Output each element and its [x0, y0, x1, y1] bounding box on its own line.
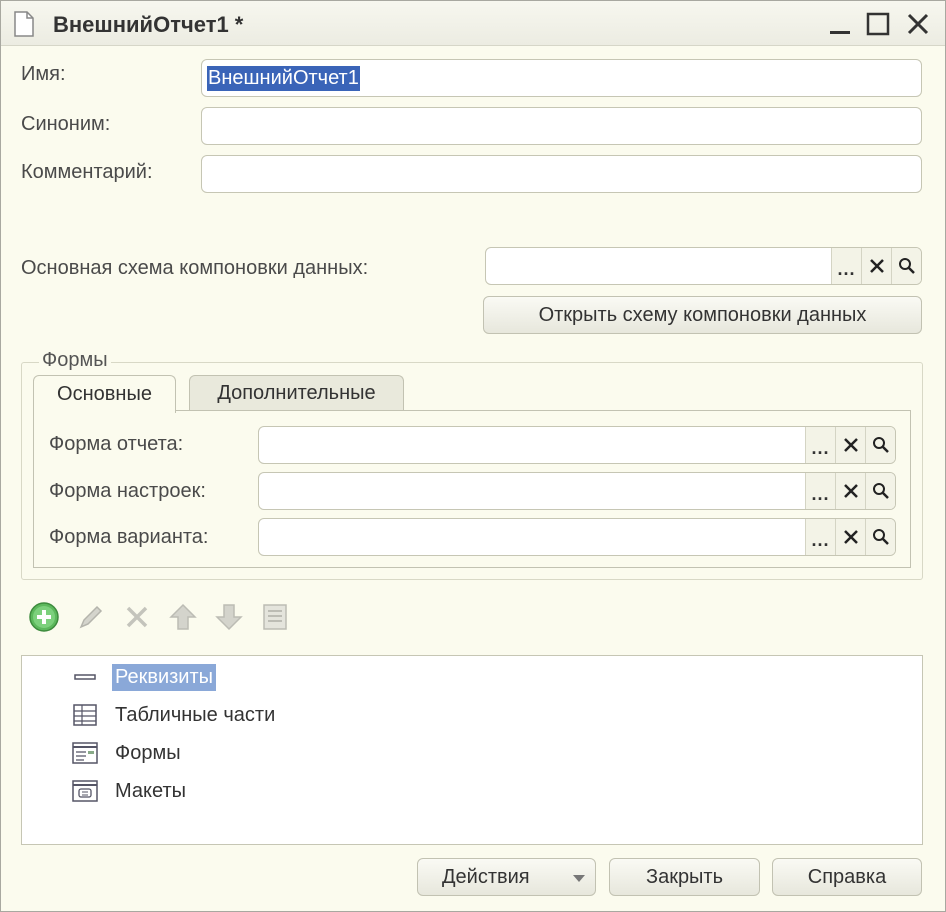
maximize-icon[interactable] — [865, 11, 891, 37]
tree-item-tabular-sections[interactable]: Табличные части — [70, 698, 278, 732]
search-icon — [872, 529, 889, 545]
settings-form-label: Форма настроек: — [49, 480, 206, 502]
name-label: Имя: — [21, 63, 66, 85]
schema-search-button[interactable] — [891, 248, 921, 284]
help-button[interactable]: Справка — [772, 858, 922, 896]
tab-additional[interactable]: Дополнительные — [189, 375, 404, 411]
template-icon — [72, 780, 98, 802]
report-form-label: Форма отчета: — [49, 433, 184, 455]
report-form-select-button[interactable]: ... — [805, 427, 835, 463]
name-value: ВнешнийОтчет1 — [207, 65, 360, 91]
report-form-search-button[interactable] — [865, 427, 895, 463]
tree-item-label: Макеты — [115, 779, 186, 802]
report-form-clear-button[interactable] — [835, 427, 865, 463]
actions-button[interactable]: Действия — [417, 858, 596, 896]
schema-field[interactable]: ... — [485, 247, 922, 285]
form-icon — [72, 742, 98, 764]
move-down-icon[interactable] — [213, 601, 245, 633]
clear-icon — [843, 438, 858, 452]
list-icon[interactable] — [259, 601, 291, 633]
move-up-icon[interactable] — [167, 601, 199, 633]
window-title: ВнешнийОтчет1 * — [53, 12, 244, 37]
variant-form-select-button[interactable]: ... — [805, 519, 835, 555]
variant-form-clear-button[interactable] — [835, 519, 865, 555]
metadata-tree: Реквизиты Табличные части Формы Макеты — [21, 655, 923, 845]
schema-label: Основная схема компоновки данных: — [21, 257, 369, 279]
edit-icon[interactable] — [75, 601, 107, 633]
clear-icon — [869, 259, 884, 273]
report-properties-window: ВнешнийОтчет1 * Имя: ВнешнийОтчет1 Синон… — [0, 0, 946, 912]
close-icon[interactable] — [905, 11, 931, 37]
settings-form-clear-button[interactable] — [835, 473, 865, 509]
forms-group-legend: Формы — [39, 349, 111, 372]
tree-item-attributes[interactable]: Реквизиты — [70, 660, 217, 694]
name-field[interactable]: ВнешнийОтчет1 — [201, 59, 922, 97]
settings-form-search-button[interactable] — [865, 473, 895, 509]
document-icon — [14, 11, 34, 37]
synonym-label: Синоним: — [21, 113, 111, 135]
comment-field[interactable] — [201, 155, 922, 193]
actions-button-label: Действия — [442, 865, 530, 888]
chevron-down-icon — [573, 875, 585, 882]
attribute-icon — [74, 674, 96, 680]
search-icon — [872, 483, 889, 499]
delete-icon[interactable] — [121, 601, 153, 633]
variant-form-search-button[interactable] — [865, 519, 895, 555]
settings-form-select-button[interactable]: ... — [805, 473, 835, 509]
schema-clear-button[interactable] — [861, 248, 891, 284]
tree-item-label: Табличные части — [115, 703, 276, 726]
comment-label: Комментарий: — [21, 161, 153, 183]
synonym-field[interactable] — [201, 107, 922, 145]
open-schema-button[interactable]: Открыть схему компоновки данных — [483, 296, 922, 334]
search-icon — [872, 437, 889, 453]
tab-main[interactable]: Основные — [33, 375, 176, 413]
variant-form-field[interactable]: ... — [258, 518, 896, 556]
add-icon[interactable] — [28, 601, 60, 633]
tree-item-templates[interactable]: Макеты — [70, 774, 189, 808]
variant-form-label: Форма варианта: — [49, 526, 209, 548]
tree-item-label: Формы — [115, 741, 181, 764]
title-bar[interactable]: ВнешнийОтчет1 * — [1, 1, 945, 46]
close-button[interactable]: Закрыть — [609, 858, 760, 896]
settings-form-field[interactable]: ... — [258, 472, 896, 510]
tree-item-label: Реквизиты — [112, 663, 217, 691]
minimize-icon[interactable] — [827, 11, 853, 37]
table-icon — [73, 704, 97, 726]
tree-item-forms[interactable]: Формы — [70, 736, 184, 770]
schema-select-button[interactable]: ... — [831, 248, 861, 284]
clear-icon — [843, 484, 858, 498]
search-icon — [898, 258, 915, 274]
report-form-field[interactable]: ... — [258, 426, 896, 464]
clear-icon — [843, 530, 858, 544]
